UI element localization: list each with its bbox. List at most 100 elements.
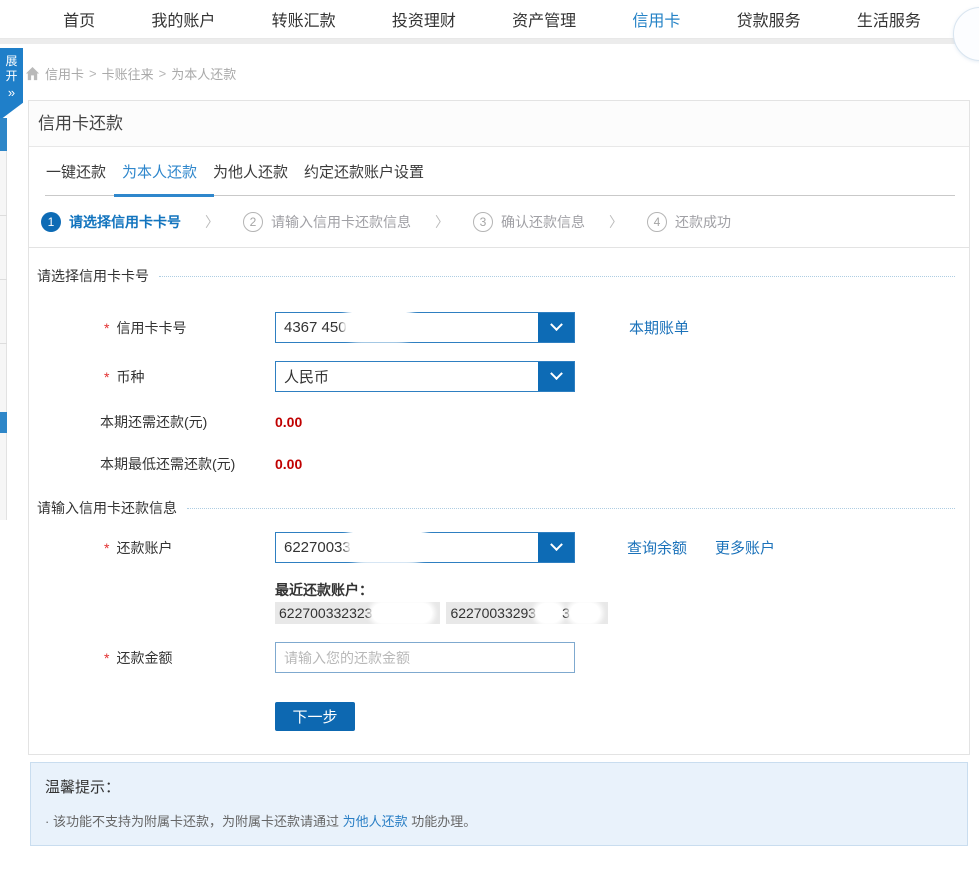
sidebar-strip-divider xyxy=(0,279,7,280)
repayment-account-label-text: 还款账户 xyxy=(116,538,172,558)
minimum-due-value: 0.00 xyxy=(275,456,302,472)
step-indicator: 1 请选择信用卡卡号 〉 2 请输入信用卡还款信息 〉 3 确认还款信息 〉 4… xyxy=(29,196,969,248)
tab-repay-for-others[interactable]: 为他人还款 xyxy=(213,161,288,182)
section-title: 请选择信用卡卡号 xyxy=(37,266,149,286)
recent-account-chip[interactable]: 62270033293 3 xyxy=(446,602,607,624)
next-step-button[interactable]: 下一步 xyxy=(275,702,355,731)
recent-accounts-label: 最近还款账户： xyxy=(275,580,955,600)
section-dotted-line xyxy=(187,508,955,509)
section-enter-repayment-info: 请输入信用卡还款信息 xyxy=(37,498,955,518)
tab-one-click-repayment[interactable]: 一键还款 xyxy=(46,161,106,182)
repayment-account-dropdown-button[interactable] xyxy=(538,533,574,562)
section-select-card-number: 请选择信用卡卡号 xyxy=(37,266,955,286)
notice-title: 温馨提示： xyxy=(45,776,967,797)
breadcrumb-credit-card[interactable]: 信用卡 xyxy=(45,64,84,83)
redaction-smudge xyxy=(346,309,412,339)
minimum-due-label-text: 本期最低还需还款(元) xyxy=(100,454,235,474)
expand-label: 展 xyxy=(5,54,17,68)
current-due-label-text: 本期还需还款(元) xyxy=(100,412,207,432)
card-number-label-text: 信用卡卡号 xyxy=(116,318,186,338)
step-2-label: 请输入信用卡还款信息 xyxy=(271,212,411,232)
main-panel: 信用卡还款 一键还款 为本人还款 为他人还款 约定还款账户设置 1 请选择信用卡… xyxy=(28,100,970,755)
recent-repayment-accounts: 最近还款账户： 622700332323 62270033293 3 xyxy=(275,580,955,624)
nav-item-investment[interactable]: 投资理财 xyxy=(392,7,456,31)
redaction-smudge xyxy=(570,603,600,623)
breadcrumb-card-transactions[interactable]: 卡账往来 xyxy=(102,64,154,83)
currency-select[interactable]: 人民币 xyxy=(275,361,575,392)
repayment-amount-row: * 还款金额 xyxy=(37,642,955,673)
repayment-account-value: 6227003323230 xyxy=(276,533,538,562)
currency-value: 人民币 xyxy=(276,362,538,391)
nav-item-asset-management[interactable]: 资产管理 xyxy=(512,7,576,31)
nav-item-credit-card[interactable]: 信用卡 xyxy=(632,7,680,31)
minimum-due-row: 本期最低还需还款(元) 0.00 xyxy=(37,454,955,474)
nav-divider-bar xyxy=(0,39,979,44)
recent-accounts-list: 622700332323 62270033293 3 xyxy=(275,602,955,624)
redaction-smudge xyxy=(372,603,432,623)
section-title: 请输入信用卡还款信息 xyxy=(37,498,177,518)
breadcrumb: 信用卡 > 卡账往来 > 为本人还款 xyxy=(25,64,236,83)
nav-item-loan-services[interactable]: 贷款服务 xyxy=(737,7,801,31)
top-navigation: 首页 我的账户 转账汇款 投资理财 资产管理 信用卡 贷款服务 生活服务 xyxy=(0,0,979,39)
chevron-down-icon xyxy=(550,538,563,551)
currency-label-text: 币种 xyxy=(116,367,144,387)
breadcrumb-repay-self: 为本人还款 xyxy=(171,64,236,83)
collapsed-sidebar-strip[interactable] xyxy=(0,118,7,520)
current-bill-link[interactable]: 本期账单 xyxy=(629,317,689,338)
notice-text: · 该功能不支持为附属卡还款，为附属卡还款请通过 为他人还款 功能办理。 xyxy=(45,811,967,830)
card-number-dropdown-button[interactable] xyxy=(538,313,574,342)
check-balance-link[interactable]: 查询余额 xyxy=(627,537,687,558)
sidebar-strip-divider xyxy=(0,343,7,344)
required-marker: * xyxy=(104,540,109,556)
step-4-label: 还款成功 xyxy=(675,212,731,232)
step-separator-icon: 〉 xyxy=(205,212,219,232)
step-3-confirm-info: 3 确认还款信息 xyxy=(473,212,585,232)
currency-row: * 币种 人民币 xyxy=(37,361,955,392)
recent-account-chip[interactable]: 622700332323 xyxy=(275,602,440,624)
recent-account-number: 622700332323 xyxy=(279,605,372,621)
repay-for-others-link[interactable]: 为他人还款 xyxy=(343,814,408,829)
step-separator-icon: 〉 xyxy=(435,212,449,232)
sidebar-strip-divider xyxy=(0,215,7,216)
nav-item-life-services[interactable]: 生活服务 xyxy=(857,7,921,31)
tab-agreed-repayment-account-settings[interactable]: 约定还款账户设置 xyxy=(304,161,424,182)
section-dotted-line xyxy=(159,276,955,277)
required-marker: * xyxy=(104,320,109,336)
notice-text-before: 该功能不支持为附属卡还款，为附属卡还款请通过 xyxy=(53,814,343,829)
currency-label: * 币种 xyxy=(37,367,275,387)
step-2-enter-info: 2 请输入信用卡还款信息 xyxy=(243,212,411,232)
tab-repay-for-self[interactable]: 为本人还款 xyxy=(122,161,197,182)
card-number-value: 4367 450* *** xyxy=(276,313,538,342)
expand-arrows-icon: » xyxy=(0,85,23,100)
redaction-smudge xyxy=(536,603,562,623)
recent-account-number: 62270033293 xyxy=(450,605,536,621)
sidebar-strip-active-segment xyxy=(0,412,7,433)
step-4-success: 4 还款成功 xyxy=(647,212,731,232)
current-due-label: 本期还需还款(元) xyxy=(37,412,275,432)
sidebar-expand-tab[interactable]: 展 开 » xyxy=(0,48,23,120)
repayment-account-select[interactable]: 6227003323230 xyxy=(275,532,575,563)
home-icon xyxy=(25,66,40,81)
repayment-account-label: * 还款账户 xyxy=(37,538,275,558)
step-separator-icon: 〉 xyxy=(609,212,623,232)
step-2-number: 2 xyxy=(243,212,263,232)
currency-dropdown-button[interactable] xyxy=(538,362,574,391)
card-number-label: * 信用卡卡号 xyxy=(37,318,275,338)
nav-item-home[interactable]: 首页 xyxy=(63,7,95,31)
breadcrumb-separator: > xyxy=(159,66,167,81)
recent-account-number-suffix: 3 xyxy=(562,605,570,621)
more-accounts-link[interactable]: 更多账户 xyxy=(715,537,775,558)
currency-text: 人民币 xyxy=(284,366,329,387)
sidebar-strip-active-segment xyxy=(0,118,7,151)
current-due-row: 本期还需还款(元) 0.00 xyxy=(37,412,955,432)
breadcrumb-separator: > xyxy=(89,66,97,81)
required-marker: * xyxy=(104,650,109,666)
step-1-number: 1 xyxy=(41,212,61,232)
chevron-down-icon xyxy=(550,318,563,331)
repayment-amount-input[interactable] xyxy=(275,642,575,673)
active-tab-underline xyxy=(114,194,214,197)
card-number-select[interactable]: 4367 450* *** xyxy=(275,312,575,343)
nav-item-transfer[interactable]: 转账汇款 xyxy=(272,7,336,31)
repayment-amount-label: * 还款金额 xyxy=(37,648,275,668)
nav-item-my-account[interactable]: 我的账户 xyxy=(151,7,215,31)
